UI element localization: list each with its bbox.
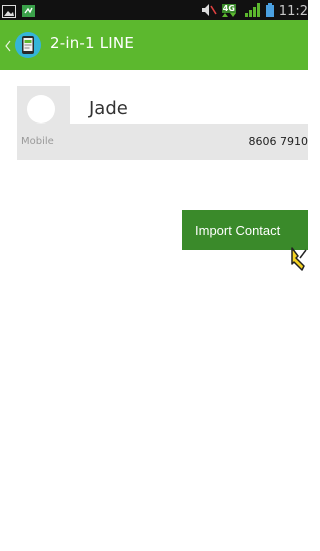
- phone-label: Mobile: [21, 136, 54, 147]
- mute-icon: [201, 2, 217, 20]
- clock: 11:2: [278, 4, 308, 19]
- battery-icon: [265, 2, 274, 20]
- notification-icon: [22, 3, 36, 20]
- back-chevron-icon[interactable]: [5, 37, 11, 56]
- image-icon: [2, 3, 16, 20]
- pointer-hand-icon: [290, 246, 308, 280]
- app-icon[interactable]: [14, 31, 42, 59]
- import-contact-button[interactable]: Import Contact: [182, 210, 308, 250]
- signal-bars-icon: [244, 2, 261, 20]
- 4g-icon: 4G: [221, 4, 240, 19]
- phone-row[interactable]: Mobile 8606 7910: [17, 124, 308, 160]
- 4g-label: 4G: [221, 4, 236, 13]
- contact-name: Jade: [89, 98, 128, 119]
- action-bar: 2-in-1 LINE: [0, 20, 308, 70]
- status-bar: 4G 11:2: [0, 0, 308, 20]
- app-title: 2-in-1 LINE: [50, 34, 135, 52]
- phone-number: 8606 7910: [248, 135, 309, 148]
